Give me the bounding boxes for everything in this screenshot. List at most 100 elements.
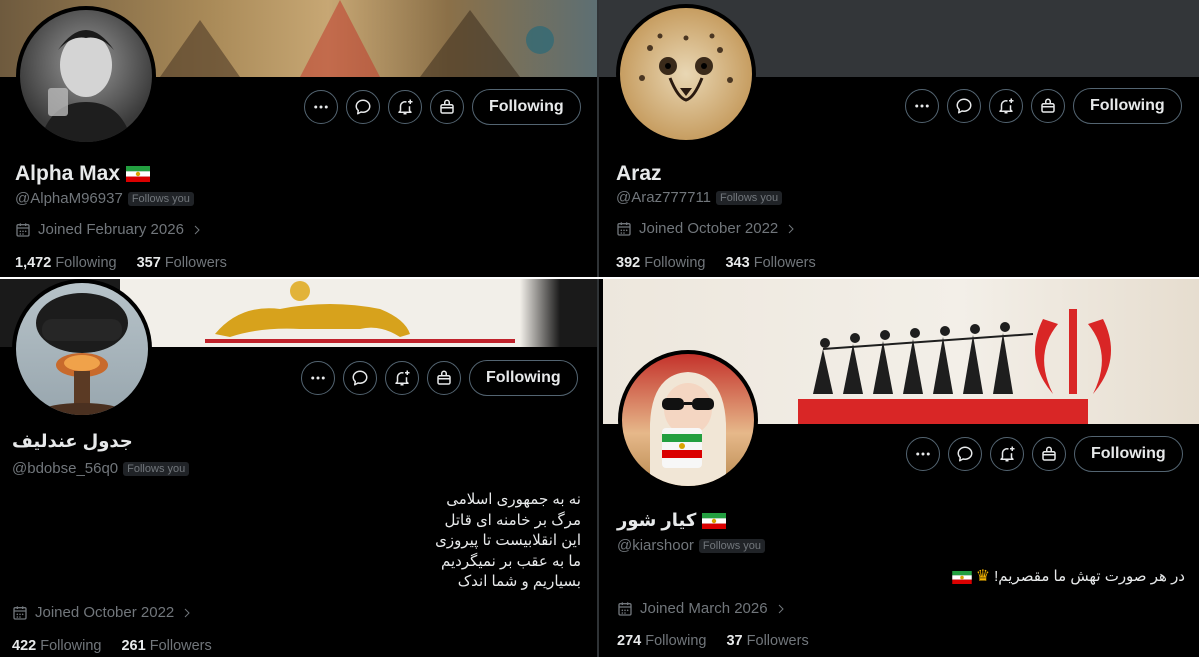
profile-name: Alpha Max <box>15 162 150 186</box>
avatar-portrait <box>40 30 132 142</box>
crown-icon: ♛ <box>975 568 991 585</box>
joined-text: Joined February 2026 <box>38 221 184 238</box>
avatar[interactable] <box>618 350 758 490</box>
following-stat[interactable]: 274 Following <box>617 633 706 649</box>
following-button[interactable]: Following <box>1073 88 1182 124</box>
avatar[interactable] <box>16 6 156 146</box>
message-icon <box>955 97 973 115</box>
subscribe-gift-icon <box>435 369 453 387</box>
profile-bio: در هر صورت تهش ما مقصریم! <box>994 568 1185 585</box>
calendar-icon <box>617 601 633 617</box>
more-button[interactable] <box>304 90 338 124</box>
following-button[interactable]: Following <box>472 89 581 125</box>
chevron-right-icon <box>785 222 797 236</box>
profile-card-kiarshoor: Following کیار شور @kiarshoor Follows yo… <box>603 279 1199 657</box>
follow-stats: 422 Following 261 Followers <box>12 638 212 654</box>
notify-button[interactable] <box>990 437 1024 471</box>
joined-date[interactable]: Joined February 2026 <box>15 221 203 238</box>
profile-handle: @Araz777711 <box>616 189 712 206</box>
profile-card-alpha: Following Alpha Max @AlphaM96937 Follows… <box>0 0 597 277</box>
followers-stat[interactable]: 37 Followers <box>726 633 808 649</box>
chevron-right-icon <box>181 606 193 620</box>
message-icon <box>354 98 372 116</box>
profile-handle-row: @Araz777711 Follows you <box>616 189 783 206</box>
notification-add-icon <box>998 445 1016 463</box>
profile-name-text: کیار شور <box>617 510 697 530</box>
panel-divider-horizontal <box>0 277 1199 279</box>
notification-add-icon <box>396 98 414 116</box>
joined-text: Joined October 2022 <box>639 220 779 237</box>
subscribe-gift-icon <box>438 98 456 116</box>
more-button[interactable] <box>301 361 335 395</box>
follows-you-badge: Follows you <box>698 538 765 553</box>
calendar-icon <box>15 222 31 238</box>
followers-stat[interactable]: 343 Followers <box>725 255 815 271</box>
profile-handle-row: @kiarshoor Follows you <box>617 537 765 554</box>
follows-you-badge: Follows you <box>123 461 190 476</box>
avatar-headscarf-mug <box>650 372 726 486</box>
chevron-right-icon <box>775 602 787 616</box>
follow-stats: 274 Following 37 Followers <box>617 633 809 649</box>
follows-you-badge: Follows you <box>127 191 194 206</box>
message-icon <box>956 445 974 463</box>
joined-date[interactable]: Joined March 2026 <box>617 600 787 617</box>
follow-stats: 1,472 Following 357 Followers <box>15 255 227 271</box>
iran-lion-sun-flag-icon <box>126 166 150 182</box>
profile-name: جدول عندلیف <box>12 431 133 452</box>
notification-add-icon <box>997 97 1015 115</box>
profile-name: Araz <box>616 162 662 186</box>
profile-handle: @kiarshoor <box>617 537 694 554</box>
following-button[interactable]: Following <box>1074 436 1183 472</box>
joined-text: Joined March 2026 <box>640 600 768 617</box>
profile-handle-row: @bdobse_56q0 Follows you <box>12 460 190 477</box>
subscribe-button[interactable] <box>1031 89 1065 123</box>
more-icon <box>309 369 327 387</box>
subscribe-gift-icon <box>1039 97 1057 115</box>
following-stat[interactable]: 392 Following <box>616 255 705 271</box>
chevron-right-icon <box>191 223 203 237</box>
more-icon <box>312 98 330 116</box>
subscribe-gift-icon <box>1040 445 1058 463</box>
message-icon <box>351 369 369 387</box>
subscribe-button[interactable] <box>427 361 461 395</box>
joined-date[interactable]: Joined October 2022 <box>12 604 193 621</box>
follow-stats: 392 Following 343 Followers <box>616 255 816 271</box>
more-button[interactable] <box>906 437 940 471</box>
profile-handle: @AlphaM96937 <box>15 190 123 207</box>
following-button[interactable]: Following <box>469 360 578 396</box>
profile-name-text: جدول عندلیف <box>12 431 133 451</box>
more-button[interactable] <box>905 89 939 123</box>
avatar[interactable] <box>616 4 756 144</box>
subscribe-button[interactable] <box>430 90 464 124</box>
calendar-icon <box>12 605 28 621</box>
profile-card-araz: Following Araz @Araz777711 Follows you J… <box>599 0 1199 277</box>
followers-stat[interactable]: 261 Followers <box>121 638 211 654</box>
subscribe-button[interactable] <box>1032 437 1066 471</box>
profile-bio-row: در هر صورت تهش ما مقصریم! ♛ <box>865 567 1185 588</box>
iran-lion-sun-flag-icon <box>702 513 726 529</box>
joined-date[interactable]: Joined October 2022 <box>616 220 797 237</box>
message-button[interactable] <box>947 89 981 123</box>
notify-button[interactable] <box>989 89 1023 123</box>
profile-bio: نه به جمهوری اسلامی مرگ بر خامنه ای قاتل… <box>435 491 581 590</box>
joined-text: Joined October 2022 <box>35 604 175 621</box>
notify-button[interactable] <box>385 361 419 395</box>
avatar[interactable] <box>12 279 152 419</box>
profile-handle-row: @AlphaM96937 Follows you <box>15 190 194 207</box>
iran-lion-sun-flag-icon <box>952 571 972 584</box>
message-button[interactable] <box>346 90 380 124</box>
avatar-cheetah <box>639 33 733 102</box>
following-stat[interactable]: 422 Following <box>12 638 101 654</box>
profile-name: کیار شور <box>617 510 726 531</box>
message-button[interactable] <box>948 437 982 471</box>
following-stat[interactable]: 1,472 Following <box>15 255 117 271</box>
message-button[interactable] <box>343 361 377 395</box>
more-icon <box>914 445 932 463</box>
followers-stat[interactable]: 357 Followers <box>137 255 227 271</box>
avatar-turban-cloud <box>36 293 128 415</box>
notify-button[interactable] <box>388 90 422 124</box>
more-icon <box>913 97 931 115</box>
profile-name-text: Araz <box>616 162 662 185</box>
profile-name-text: Alpha Max <box>15 162 121 185</box>
calendar-icon <box>616 221 632 237</box>
